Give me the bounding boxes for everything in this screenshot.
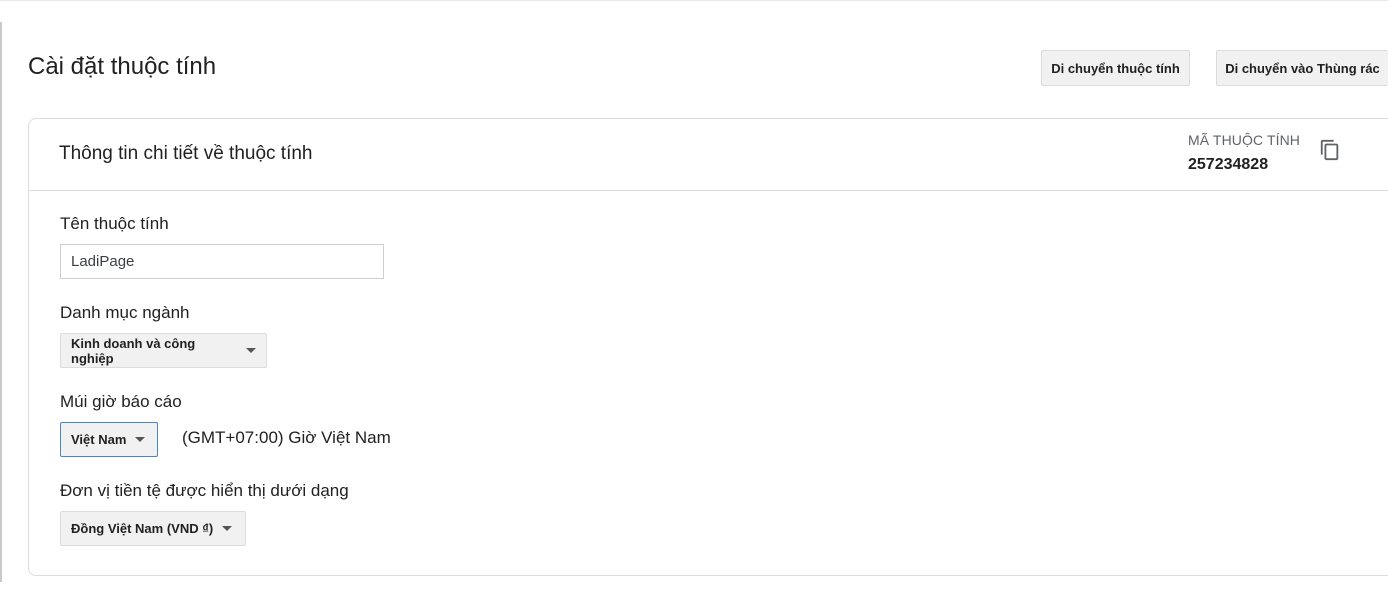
industry-category-value: Kinh doanh và công nghiệp: [71, 335, 196, 366]
page-title: Cài đặt thuộc tính: [28, 53, 217, 80]
currency-value: Đồng Việt Nam (VND ₫): [71, 521, 214, 536]
left-divider: [0, 22, 2, 582]
reporting-timezone-label: Múi giờ báo cáo: [60, 392, 182, 411]
timezone-country-value: Việt Nam: [71, 432, 127, 447]
card-header: Thông tin chi tiết về thuộc tính MÃ THUỘ…: [29, 119, 1388, 191]
timezone-zone-text: (GMT+07:00) Giờ Việt Nam: [182, 428, 391, 447]
chevron-down-icon: [246, 348, 256, 353]
move-to-trash-button[interactable]: Di chuyển vào Thùng rác: [1216, 50, 1388, 86]
property-id-label: MÃ THUỘC TÍNH: [1188, 132, 1301, 148]
property-name-input[interactable]: [60, 244, 384, 279]
chevron-down-icon: [135, 437, 146, 442]
property-name-label: Tên thuộc tính: [60, 214, 169, 233]
timezone-country-select[interactable]: Việt Nam: [60, 422, 158, 457]
card-title: Thông tin chi tiết về thuộc tính: [59, 143, 313, 164]
industry-category-label: Danh mục ngành: [60, 303, 190, 322]
property-details-card: Thông tin chi tiết về thuộc tính MÃ THUỘ…: [28, 118, 1388, 576]
copy-icon-svg: [1320, 139, 1339, 161]
property-id-value: 257234828: [1188, 156, 1269, 173]
currency-label: Đơn vị tiền tệ được hiển thị dưới dạng: [60, 481, 349, 500]
move-property-button[interactable]: Di chuyển thuộc tính: [1041, 50, 1190, 86]
industry-category-select[interactable]: Kinh doanh và công nghiệp: [60, 333, 267, 368]
currency-select[interactable]: Đồng Việt Nam (VND ₫): [60, 511, 246, 546]
top-divider: [0, 0, 1388, 1]
property-settings-page: Cài đặt thuộc tính Di chuyển thuộc tính …: [0, 0, 1388, 610]
copy-icon[interactable]: [1317, 137, 1343, 163]
chevron-down-icon: [222, 526, 233, 531]
